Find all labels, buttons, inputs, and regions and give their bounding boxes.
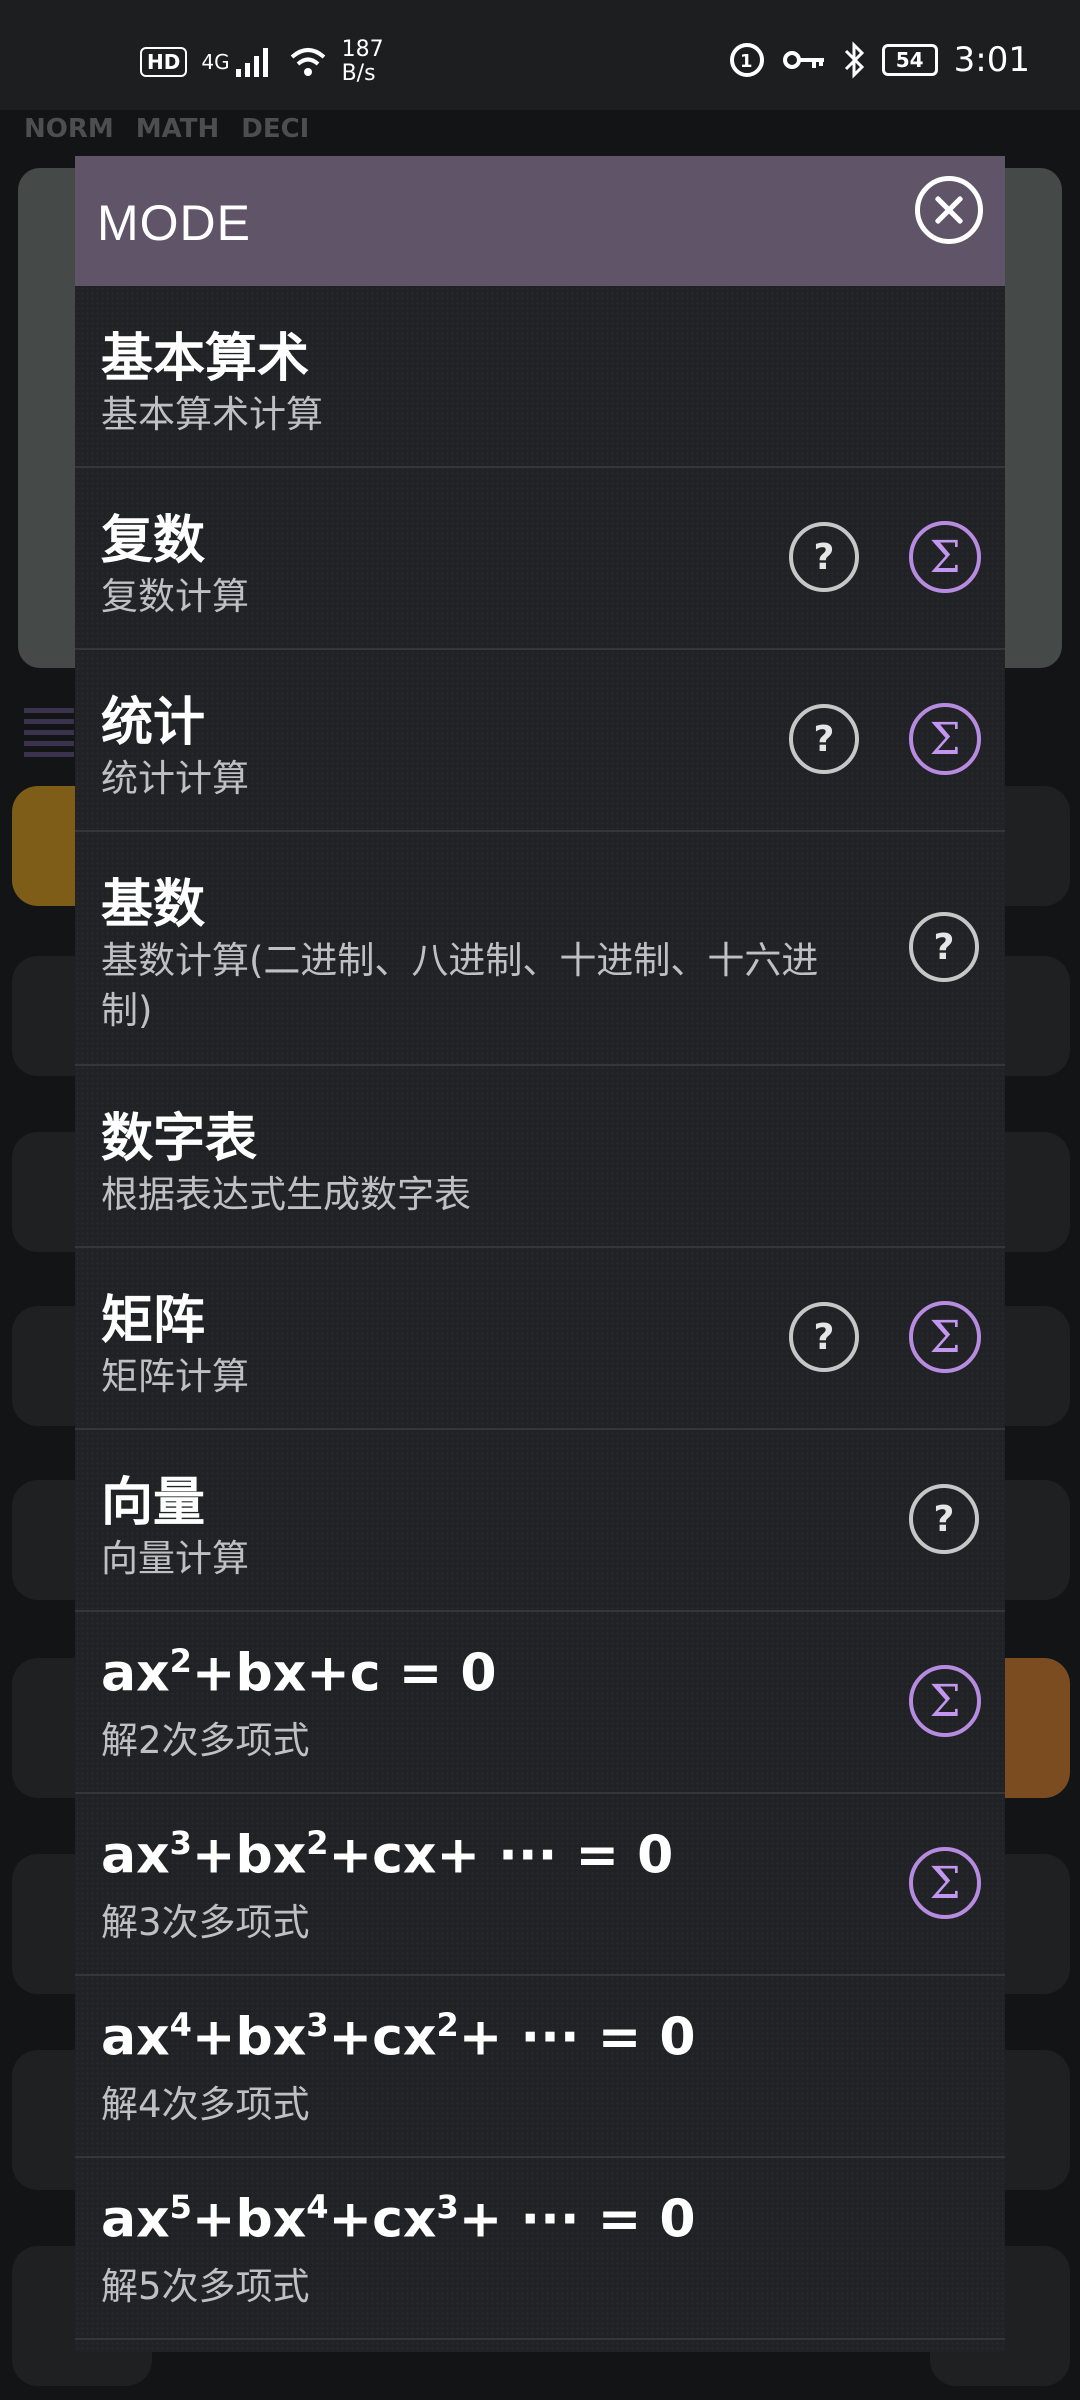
item-subtitle: 向量计算 (101, 1537, 249, 1580)
sigma-icon[interactable]: Σ (909, 703, 981, 775)
wifi-icon (290, 48, 325, 76)
item-subtitle: 解2次多项式 (101, 1719, 310, 1762)
mode-item-quintic[interactable]: ax5+bx4+cx3+ ··· = 0 解5次多项式 (75, 2158, 1005, 2340)
hd-call-icon: 1 (729, 43, 764, 77)
help-icon[interactable]: ? (909, 1484, 979, 1554)
network-type: 4G (201, 50, 230, 74)
hd-icon: HD (140, 47, 188, 77)
mode-item-basic-arithmetic[interactable]: 基本算术 基本算术计算 (75, 286, 1005, 468)
item-title: ax4+bx3+cx2+ ··· = 0 (101, 2006, 696, 2067)
title-part: +bx (191, 2189, 307, 2250)
title-part: +bx+c = 0 (191, 1643, 497, 1704)
title-part: +cx (328, 2189, 437, 2250)
mode-item-quadratic[interactable]: ax2+bx+c = 0 解2次多项式 Σ (75, 1612, 1005, 1794)
signal-icon (235, 48, 268, 77)
item-title: 复数 (101, 511, 206, 571)
item-title: ax2+bx+c = 0 (101, 1642, 497, 1703)
sigma-icon[interactable]: Σ (909, 1847, 981, 1919)
mode-item-table[interactable]: 数字表 根据表达式生成数字表 (75, 1066, 1005, 1248)
item-subtitle: 解3次多项式 (101, 1901, 310, 1944)
title-part: +cx+ ··· = 0 (328, 1825, 674, 1886)
status-left: HD 4G 187 B/s (140, 38, 384, 86)
dialog-title: MODE (97, 195, 251, 251)
title-exponent: 3 (306, 2006, 329, 2044)
sigma-icon[interactable]: Σ (909, 521, 981, 593)
status-bar: HD 4G 187 B/s 1 54 3:01 (0, 0, 1080, 110)
sigma-icon[interactable]: Σ (909, 1665, 981, 1737)
mode-item-vector[interactable]: 向量 向量计算 ? (75, 1430, 1005, 1612)
mode-item-quartic[interactable]: ax4+bx3+cx2+ ··· = 0 解4次多项式 (75, 1976, 1005, 2158)
mode-item-statistics[interactable]: 统计 统计计算 ? Σ (75, 650, 1005, 832)
item-title: 数字表 (101, 1109, 258, 1169)
item-title: 向量 (101, 1473, 206, 1533)
speed-value: 187 (341, 37, 384, 62)
help-icon[interactable]: ? (789, 704, 859, 774)
item-subtitle: 复数计算 (101, 575, 249, 618)
item-subtitle: 解4次多项式 (101, 2083, 310, 2126)
item-subtitle: 统计计算 (101, 757, 249, 800)
item-subtitle: 矩阵计算 (101, 1355, 249, 1398)
title-part: ax (101, 2007, 170, 2068)
title-exponent: 2 (169, 1642, 192, 1680)
help-icon[interactable]: ? (789, 1302, 859, 1372)
title-part: + ··· = 0 (458, 2007, 696, 2068)
help-icon[interactable]: ? (909, 912, 979, 982)
title-exponent: 4 (169, 2006, 192, 2044)
clock: 3:01 (953, 40, 1030, 80)
item-subtitle: 基数计算(二进制、八进制、十进制、十六进制) (101, 939, 819, 1032)
bluetooth-icon (844, 41, 864, 79)
title-part: + ··· = 0 (458, 2189, 696, 2250)
item-subtitle: 基本算术计算 (101, 393, 323, 436)
title-exponent: 3 (169, 1824, 192, 1862)
title-part: ax (101, 2189, 170, 2250)
item-title: ax5+bx4+cx3+ ··· = 0 (101, 2188, 696, 2249)
item-title: 矩阵 (101, 1291, 206, 1351)
title-exponent: 2 (306, 1824, 329, 1862)
mode-item-complex[interactable]: 复数 复数计算 ? Σ (75, 468, 1005, 650)
item-subtitle: 根据表达式生成数字表 (101, 1173, 471, 1216)
mode-item-matrix[interactable]: 矩阵 矩阵计算 ? Σ (75, 1248, 1005, 1430)
network-speed: 187 B/s (342, 38, 384, 86)
title-part: +bx (191, 1825, 307, 1886)
svg-text:1: 1 (740, 51, 753, 72)
title-part: +bx (191, 2007, 307, 2068)
sigma-icon[interactable]: Σ (909, 1301, 981, 1373)
key-icon (782, 51, 824, 69)
title-exponent: 3 (436, 2188, 459, 2226)
mode-dialog: MODE 基本算术 基本算术计算 复数 复数计算 ? Σ 统计 统计计算 ? Σ… (75, 156, 1005, 2352)
title-exponent: 2 (436, 2006, 459, 2044)
title-exponent: 5 (169, 2188, 192, 2226)
title-part: ax (101, 1643, 170, 1704)
battery-level: 54 (895, 48, 924, 72)
close-icon[interactable] (915, 176, 983, 244)
item-title: 基数 (101, 875, 206, 935)
item-title: 基本算术 (101, 329, 310, 389)
title-part: +cx (328, 2007, 437, 2068)
item-subtitle: 解5次多项式 (101, 2265, 310, 2308)
status-right: 1 54 3:01 (728, 40, 1030, 80)
mode-item-cubic[interactable]: ax3+bx2+cx+ ··· = 0 解3次多项式 Σ (75, 1794, 1005, 1976)
dialog-header: MODE (75, 156, 1005, 286)
speed-unit: B/s (341, 61, 376, 86)
title-part: ax (101, 1825, 170, 1886)
mode-item-base-n[interactable]: 基数 基数计算(二进制、八进制、十进制、十六进制) ? (75, 832, 1005, 1066)
battery-icon: 54 (881, 44, 938, 76)
help-icon[interactable]: ? (789, 522, 859, 592)
title-exponent: 4 (306, 2188, 329, 2226)
item-title: 统计 (101, 693, 206, 753)
item-title: ax3+bx2+cx+ ··· = 0 (101, 1824, 673, 1885)
